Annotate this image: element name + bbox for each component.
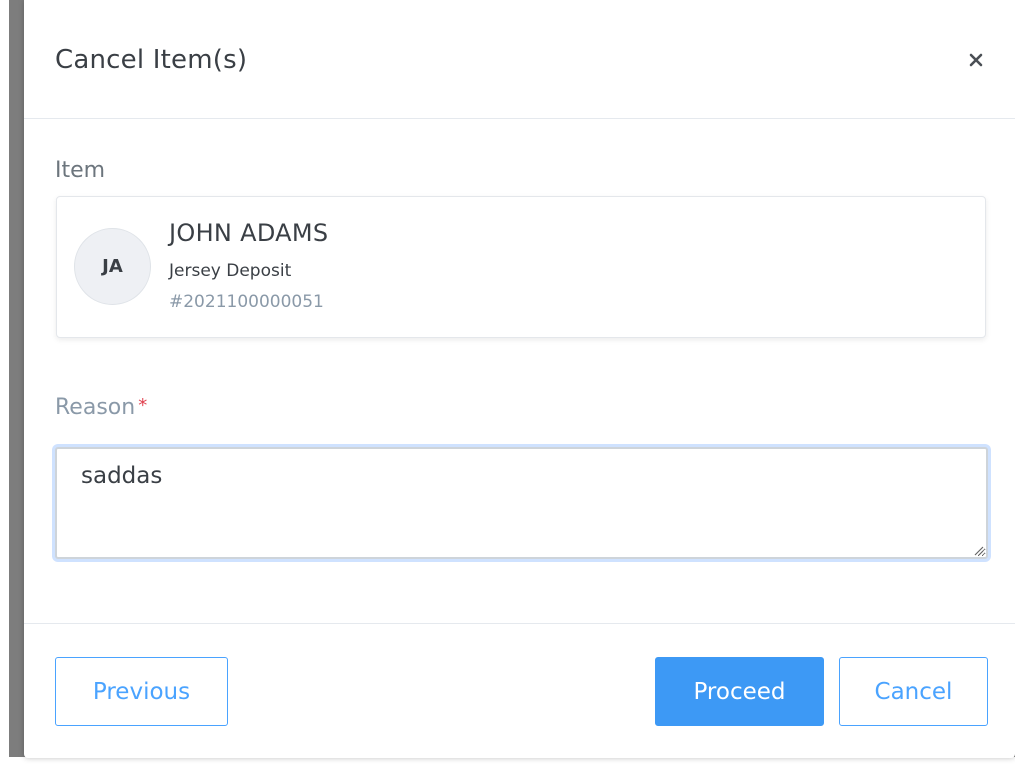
page-bottom-edge: [0, 757, 1015, 772]
proceed-button[interactable]: Proceed: [655, 657, 824, 726]
close-icon: [969, 53, 983, 67]
reason-label-text: Reason: [55, 395, 136, 420]
required-marker: *: [138, 395, 148, 416]
modal-title: Cancel Item(s): [55, 45, 248, 75]
modal-body: Item JA JOHN ADAMS Jersey Deposit #20211…: [24, 119, 1015, 623]
modal-footer: Previous Proceed Cancel: [24, 623, 1015, 758]
modal-header: Cancel Item(s): [24, 0, 1015, 119]
item-type: Jersey Deposit: [169, 261, 292, 281]
avatar: JA: [74, 228, 151, 305]
cancel-button[interactable]: Cancel: [839, 657, 988, 726]
reason-textarea[interactable]: saddas: [55, 447, 988, 559]
close-button[interactable]: [960, 44, 992, 76]
page-edge: [0, 0, 9, 772]
reason-label: Reason *: [55, 395, 147, 420]
cancel-items-modal: Cancel Item(s) Item JA JOHN ADAMS Jersey…: [24, 0, 1015, 758]
item-name: JOHN ADAMS: [169, 219, 329, 247]
item-number: #2021100000051: [169, 292, 324, 312]
previous-button[interactable]: Previous: [55, 657, 228, 726]
item-card: JA JOHN ADAMS Jersey Deposit #2021100000…: [56, 196, 986, 338]
item-label: Item: [55, 158, 106, 183]
